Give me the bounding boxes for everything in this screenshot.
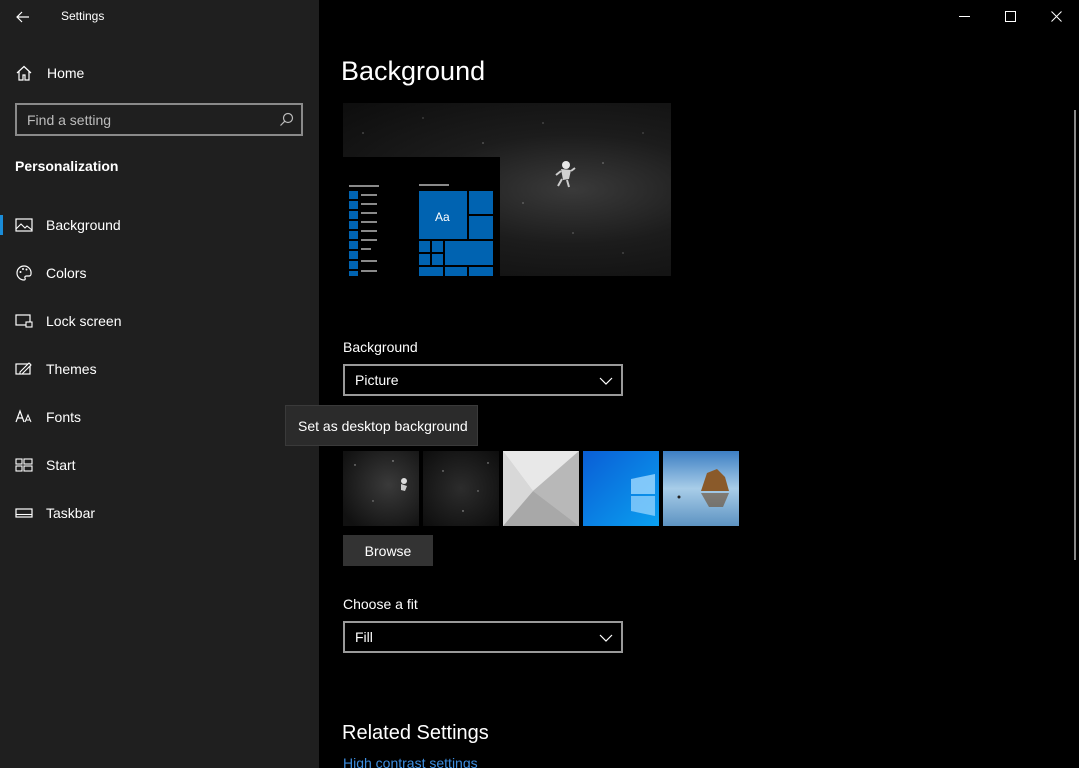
browse-button[interactable]: Browse [343,535,433,566]
sidebar-item-label: Fonts [46,409,82,425]
back-arrow-icon [16,11,29,23]
maximize-button[interactable] [987,0,1033,32]
sidebar-item-label: Lock screen [46,313,122,329]
minimize-button[interactable] [941,0,987,32]
recent-picture-2[interactable] [423,451,499,526]
sidebar-item-fonts[interactable]: Fonts [0,397,319,437]
chevron-down-icon [599,634,613,642]
tooltip-text: Set as desktop background [298,418,468,434]
fit-dropdown-value: Fill [355,629,373,645]
sidebar-item-label: Themes [46,361,97,377]
background-preview: Aa [343,103,671,276]
sidebar: Settings Home Personalization Background… [0,0,319,768]
recent-picture-5[interactable] [663,451,739,526]
sidebar-item-label: Background [46,217,121,233]
background-dropdown[interactable]: Picture [343,364,623,396]
recent-picture-1[interactable] [343,451,419,526]
scrollbar[interactable] [1074,110,1076,560]
fonts-icon [15,408,33,426]
sidebar-item-label: Start [46,457,76,473]
search-icon[interactable] [279,112,294,127]
choose-fit-label: Choose a fit [343,596,418,612]
section-title: Personalization [15,158,119,174]
preview-start-tiles [349,184,493,276]
recent-picture-3[interactable] [503,451,579,526]
chevron-down-icon [599,377,613,385]
nav-home[interactable]: Home [0,58,319,88]
background-field-label: Background [343,339,418,355]
astronaut-icon [555,161,576,188]
high-contrast-settings-link[interactable]: High contrast settings [343,755,478,768]
preview-start-menu: Aa [343,157,500,276]
recent-picture-4-image [583,451,659,526]
app-title: Settings [61,9,105,23]
sidebar-item-taskbar[interactable]: Taskbar [0,493,319,533]
picture-icon [15,216,33,234]
background-dropdown-value: Picture [355,372,399,388]
recent-picture-2-image [423,451,499,526]
taskbar-icon [15,504,33,522]
sidebar-item-start[interactable]: Start [0,445,319,485]
sidebar-item-background[interactable]: Background [0,205,319,245]
maximize-icon [1004,10,1016,22]
preview-tile-label: Aa [435,210,450,224]
start-icon [15,456,33,474]
close-icon [1050,10,1062,22]
sidebar-item-label: Colors [46,265,87,281]
minimize-icon [958,15,970,17]
home-icon [15,64,33,82]
recent-picture-1-image [343,451,419,526]
related-settings-title: Related Settings [342,722,489,744]
nav-home-label: Home [47,65,85,81]
fit-dropdown[interactable]: Fill [343,621,623,653]
search-input[interactable] [27,105,277,134]
page-title: Background [341,56,486,86]
recent-picture-5-image [663,451,739,526]
sidebar-item-lock-screen[interactable]: Lock screen [0,301,319,341]
sidebar-item-themes[interactable]: Themes [0,349,319,389]
sidebar-item-label: Taskbar [46,505,96,521]
sidebar-item-colors[interactable]: Colors [0,253,319,293]
themes-icon [15,360,33,378]
search-box[interactable] [15,103,303,136]
tooltip: Set as desktop background [285,405,478,446]
lock-screen-icon [15,312,33,330]
titlebar: Settings [0,0,319,34]
recent-picture-4[interactable] [583,451,659,526]
back-button[interactable] [8,4,38,30]
recent-picture-3-image [503,451,579,526]
palette-icon [15,264,33,282]
close-button[interactable] [1033,0,1079,32]
